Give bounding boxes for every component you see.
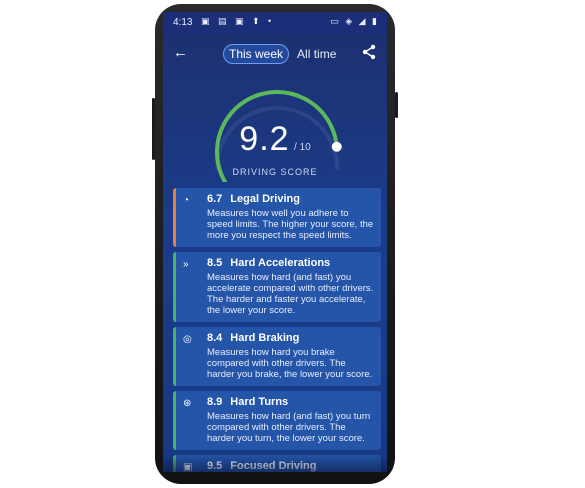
card-title: 8.4 Hard Braking	[207, 332, 375, 344]
system-icons: ▭ ◈ ◢ ▮	[330, 16, 379, 26]
tab-this-week[interactable]: This week	[223, 44, 290, 64]
period-selector: This week All time	[223, 44, 338, 64]
app-screen: 4:13 ▣ ▤ ▣ ⬆ • ▭ ◈ ◢ ▮ ← This week All t…	[163, 12, 387, 472]
card-title-text: Hard Turns	[230, 396, 289, 408]
status-time: 4:13	[173, 17, 193, 28]
phone-frame: 4:13 ▣ ▤ ▣ ⬆ • ▭ ◈ ◢ ▮ ← This week All t…	[152, 0, 398, 488]
back-arrow-icon[interactable]: ←	[173, 44, 188, 61]
card-description: Measures how well you adhere to speed li…	[207, 208, 374, 241]
score-value: 9.2	[239, 120, 290, 158]
score-card[interactable]: ⊛ 8.9 Hard Turns Measures how hard (and fas…	[173, 391, 381, 450]
card-title: 8.9 Hard Turns	[207, 396, 375, 408]
tab-all-time[interactable]: All time	[295, 44, 338, 64]
card-score: 8.5	[207, 257, 223, 269]
card-description: Measures how hard (and fast) you acceler…	[207, 272, 374, 316]
card-title: 6.7 Legal Driving	[207, 193, 375, 205]
card-score: 8.4	[207, 332, 223, 344]
card-accent-bar	[173, 391, 176, 450]
card-title: 8.5 Hard Accelerations	[207, 257, 375, 269]
card-title-text: Legal Driving	[230, 193, 300, 205]
card-score: 6.7	[207, 193, 223, 205]
score-card[interactable]: ◎ 8.4 Hard Braking Measures how hard you br…	[173, 327, 381, 386]
share-icon[interactable]	[361, 44, 377, 60]
bottom-fade	[163, 454, 387, 472]
steering-wheel-icon: ⊛	[183, 398, 192, 409]
notification-icons: ▣ ▤ ▣ ⬆ •	[201, 16, 275, 26]
status-bar: 4:13 ▣ ▤ ▣ ⬆ • ▭ ◈ ◢ ▮	[163, 12, 387, 34]
card-description: Measures how hard (and fast) you turn co…	[207, 411, 371, 444]
card-title-text: Hard Accelerations	[230, 257, 331, 269]
acceleration-icon: »	[183, 259, 189, 270]
score-max: / 10	[294, 142, 311, 153]
card-description: Measures how hard you brake compared wit…	[207, 347, 373, 380]
speedometer-icon: ◔	[183, 195, 190, 206]
card-title-text: Hard Braking	[230, 332, 300, 344]
card-accent-bar	[173, 327, 176, 386]
card-accent-bar	[173, 252, 176, 322]
top-bar: ← This week All time	[163, 42, 387, 66]
score-label: DRIVING SCORE	[232, 167, 318, 177]
power-button	[152, 98, 155, 160]
card-accent-bar	[173, 188, 176, 247]
card-score: 8.9	[207, 396, 223, 408]
score-card[interactable]: ◔ 6.7 Legal Driving Measures how well you a…	[173, 188, 381, 247]
brake-icon: ◎	[183, 334, 192, 345]
volume-button	[395, 92, 398, 118]
score-card[interactable]: » 8.5 Hard Accelerations Measures how hard …	[173, 252, 381, 322]
score-breakdown-list: ◔ 6.7 Legal Driving Measures how well you a…	[173, 188, 381, 472]
score-display: 9.2 / 10	[163, 120, 387, 159]
